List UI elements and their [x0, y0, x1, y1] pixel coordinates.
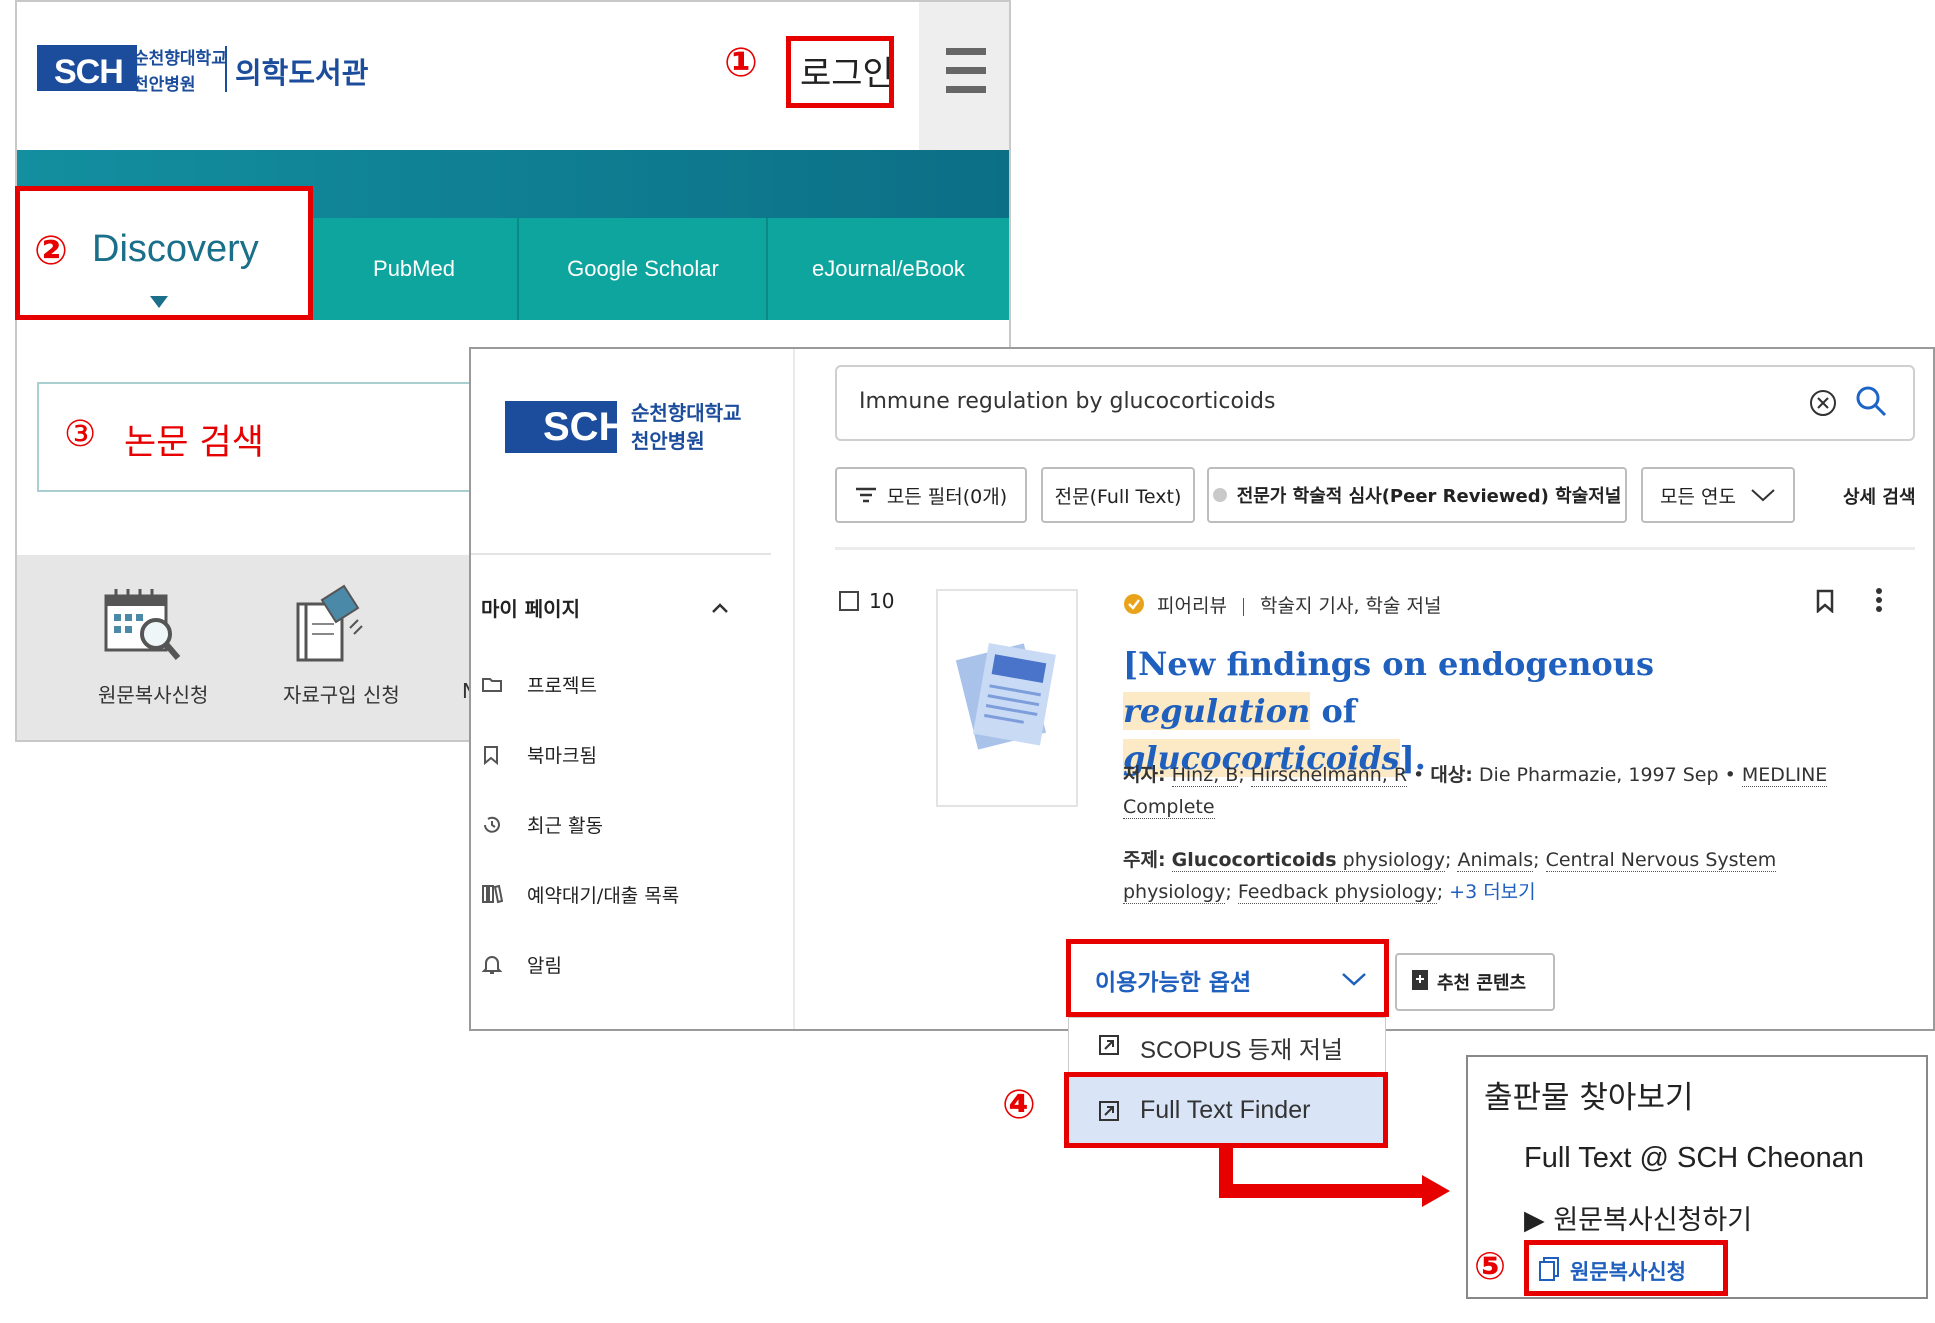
discovery-logo-line2: 천안병원: [631, 429, 705, 453]
title-part1: [New findings on endogenous: [1123, 645, 1655, 683]
search-icon[interactable]: [1855, 385, 1887, 421]
books-icon: [481, 883, 504, 909]
all-filters-label: 모든 필터(0개): [886, 485, 1008, 508]
subject-link[interactable]: Animals: [1457, 849, 1534, 872]
step4-highlight: [1064, 1072, 1388, 1148]
discovery-logo-line1: 순천향대학교: [631, 401, 742, 425]
my-page-heading[interactable]: 마이 페이지: [481, 593, 580, 622]
author-link[interactable]: Hinz, B: [1171, 764, 1239, 787]
subject-link[interactable]: Glucocorticoids physiology: [1171, 849, 1445, 872]
sch-logo-text: SCH: [54, 53, 124, 91]
subject-link-cont[interactable]: physiology: [1123, 881, 1226, 904]
library-name: 의학도서관: [235, 56, 369, 90]
dropdown-item-scopus-label: SCOPUS 등재 저널: [1140, 1037, 1344, 1064]
subject-bold: Glucocorticoids: [1171, 849, 1337, 871]
result-meta-authors: 저자: Hinz, B; Hirschelmann, R • 대상: Die P…: [1123, 764, 1828, 819]
database-name[interactable]: MEDLINE: [1741, 764, 1828, 787]
subject-link[interactable]: Central Nervous System: [1545, 849, 1777, 872]
recommended-content-label: 추천 콘텐츠: [1437, 973, 1527, 994]
step1-highlight: [786, 36, 894, 108]
results-divider: [835, 547, 1915, 550]
history-icon: [481, 814, 503, 840]
sidebar-vertical-divider: [793, 349, 795, 1029]
chevron-up-icon[interactable]: [711, 599, 729, 618]
service-copy-request-label[interactable]: 원문복사신청: [98, 679, 208, 708]
step3-marker: ③: [64, 414, 97, 455]
folder-icon: [481, 675, 503, 697]
logo-divider: [225, 46, 227, 92]
result-thumbnail[interactable]: [936, 589, 1078, 807]
subject-link[interactable]: Feedback physiology: [1237, 881, 1437, 904]
full-text-filter-button[interactable]: 전문(Full Text): [1041, 467, 1195, 523]
hamburger-menu-icon[interactable]: [946, 48, 986, 94]
sidebar-item-alerts[interactable]: 알림: [527, 951, 562, 978]
step5-marker: ⑤: [1474, 1244, 1507, 1288]
authors-label: 저자:: [1123, 764, 1166, 786]
sidebar-item-bookmarked[interactable]: 북마크됨: [527, 741, 597, 768]
chevron-down-icon: [1751, 489, 1775, 502]
paper-search-label: 논문 검색: [124, 423, 264, 463]
source-label: 대상:: [1430, 764, 1473, 786]
flow-arrow-head-icon: [1422, 1175, 1450, 1207]
calendar-search-icon[interactable]: [104, 586, 182, 662]
full-text-sch-link[interactable]: Full Text @ SCH Cheonan: [1524, 1142, 1864, 1175]
subjects-label: 주제:: [1123, 849, 1166, 871]
tab-ejournal[interactable]: eJournal/eBook: [768, 218, 1009, 320]
database-name-cont[interactable]: Complete: [1123, 796, 1215, 819]
book-request-icon[interactable]: [292, 584, 366, 666]
bell-icon: [481, 953, 503, 979]
peer-reviewed-filter-button[interactable]: 전문가 학술적 심사(Peer Reviewed) 학술저널: [1207, 467, 1627, 523]
source-value: Die Pharmazie, 1997 Sep: [1478, 764, 1719, 786]
all-filters-button[interactable]: 모든 필터(0개): [835, 467, 1027, 523]
result-number: 10: [869, 589, 895, 613]
copy-order-heading: ▶ 원문복사신청하기: [1524, 1205, 1753, 1236]
flow-arrow-horizontal: [1219, 1184, 1425, 1198]
result-checkbox[interactable]: [839, 591, 859, 611]
document-icon: [955, 643, 1056, 750]
title-part2: of: [1310, 692, 1357, 730]
step2-marker: ②: [34, 228, 68, 274]
sidebar-divider: [471, 553, 771, 555]
author-link[interactable]: Hirschelmann, R: [1250, 764, 1408, 787]
all-years-filter-button[interactable]: 모든 연도: [1641, 467, 1795, 523]
source-type-rest: 학술지 기사, 학술 저널: [1260, 595, 1442, 617]
services-area: [17, 555, 469, 740]
sidebar-item-holds-loans[interactable]: 예약대기/대출 목록: [527, 881, 679, 908]
peer-reviewed-icon: [1212, 488, 1227, 502]
source-type: 피어리뷰 학술지 기사, 학술 저널: [1157, 591, 1442, 618]
service-purchase-request-label[interactable]: 자료구입 신청: [283, 679, 400, 708]
discovery-logo-text: SCH: [543, 405, 628, 449]
publication-finder-title: 출판물 찾아보기: [1484, 1080, 1694, 1116]
discovery-results-panel: SCH 순천향대학교 천안병원 마이 페이지 프로젝트 북마크됨 최근 활동 예…: [469, 347, 1935, 1031]
tab-google-scholar[interactable]: Google Scholar: [519, 218, 767, 320]
subject-rest: physiology: [1336, 849, 1445, 871]
result-meta-subjects: 주제: Glucocorticoids physiology; Animals;…: [1123, 849, 1777, 904]
options-highlight: [1066, 939, 1389, 1017]
step1-marker: ①: [724, 40, 758, 86]
sidebar-item-recent-activity[interactable]: 최근 활동: [527, 811, 603, 838]
source-type-peer: 피어리뷰: [1157, 595, 1227, 617]
step4-marker: ④: [1002, 1082, 1036, 1128]
more-subjects-link[interactable]: +3 더보기: [1449, 881, 1536, 903]
sidebar-item-projects[interactable]: 프로젝트: [527, 671, 597, 698]
external-link-icon: [1098, 1034, 1120, 1060]
all-years-filter-label: 모든 연도: [1660, 485, 1736, 508]
bookmark-icon: [483, 745, 499, 769]
recommend-icon: [1411, 969, 1429, 995]
search-query-text: Immune regulation by glucocorticoids: [859, 389, 1276, 414]
tab-pubmed[interactable]: PubMed: [310, 218, 518, 320]
clear-search-icon[interactable]: [1809, 389, 1837, 421]
logo-hospital-line2: 천안병원: [133, 75, 196, 95]
filter-icon: [855, 487, 876, 503]
more-options-icon[interactable]: [1875, 587, 1883, 617]
bookmark-result-icon[interactable]: [1815, 589, 1835, 617]
peer-reviewed-badge-icon: [1123, 593, 1145, 615]
full-text-filter-label: 전문(Full Text): [1054, 485, 1182, 508]
peer-reviewed-filter-label: 전문가 학술적 심사(Peer Reviewed) 학술저널: [1236, 486, 1622, 507]
source-type-separator: [1242, 597, 1244, 616]
advanced-search-link[interactable]: 상세 검색: [1843, 483, 1916, 509]
step5-highlight: [1524, 1240, 1728, 1296]
logo-hospital-line1: 순천향대학교: [133, 49, 227, 69]
title-highlight-regulation: regulation: [1123, 692, 1311, 730]
